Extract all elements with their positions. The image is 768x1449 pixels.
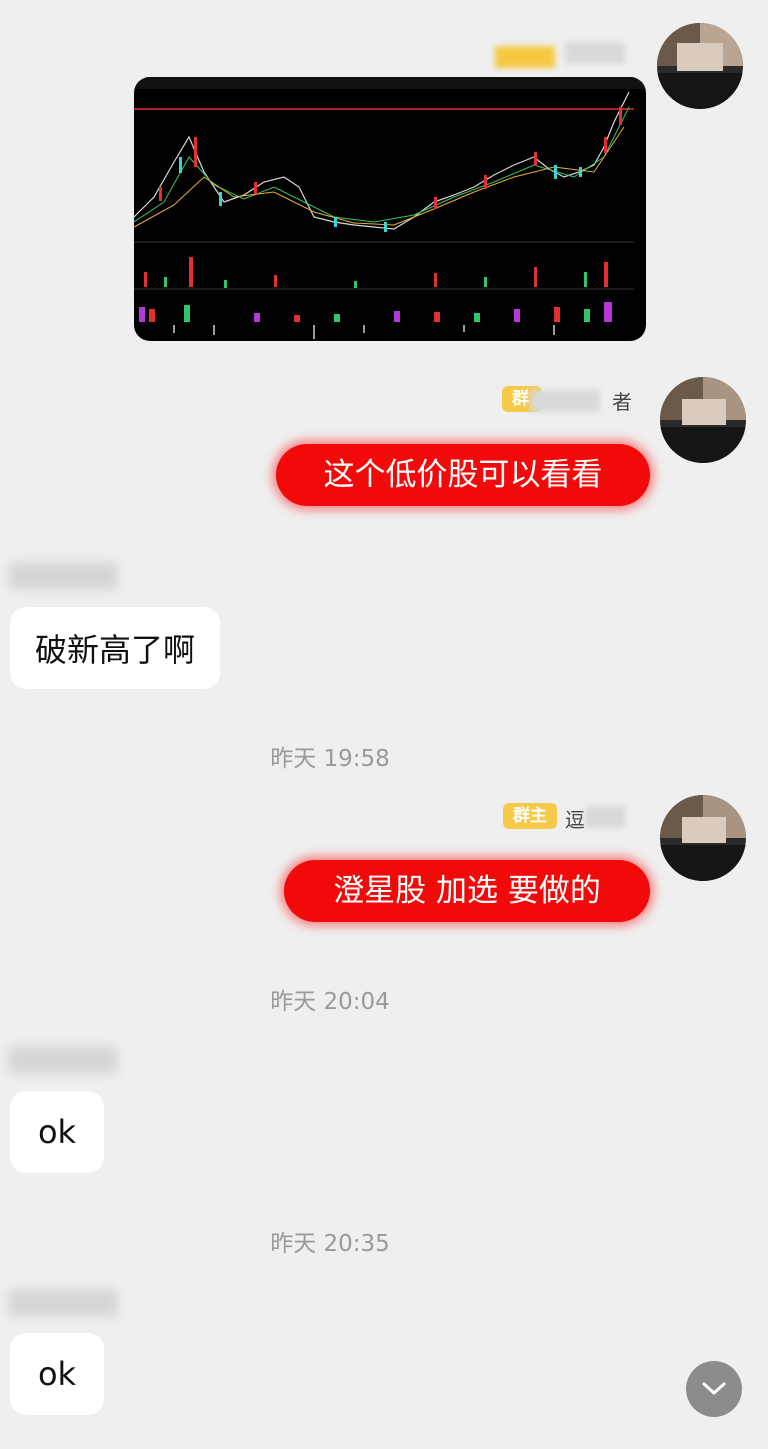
message-bubble[interactable]: ok [10, 1333, 104, 1415]
chevron-down-icon [702, 1382, 726, 1395]
avatar[interactable] [660, 795, 746, 881]
sender-name-blurred [585, 806, 625, 828]
message-text: ok [37, 1113, 77, 1151]
stock-chart-image[interactable] [134, 77, 646, 341]
sender-name-blurred [565, 42, 625, 64]
sender-name-blurred [8, 1289, 118, 1317]
sender-name-blurred [530, 390, 600, 412]
sender-name-prefix: 逗 [565, 808, 585, 832]
timestamp: 昨天 20:04 [270, 989, 390, 1015]
message-bubble[interactable]: 这个低价股可以看看 [276, 444, 650, 506]
sender-name-suffix: 者 [612, 390, 632, 414]
candlestick-chart-graphic [134, 77, 646, 339]
timestamp: 昨天 19:58 [270, 746, 390, 772]
avatar[interactable] [660, 377, 746, 463]
message-text: 澄星股 加选 要做的 [333, 873, 601, 909]
group-owner-badge: 群主 [503, 803, 557, 829]
avatar[interactable] [657, 23, 743, 109]
message-bubble[interactable]: ok [10, 1091, 104, 1173]
group-badge-blurred [495, 46, 555, 68]
message-text: 破新高了啊 [34, 631, 195, 669]
message-text: ok [37, 1355, 77, 1393]
timestamp: 昨天 20:35 [270, 1231, 390, 1257]
scroll-to-bottom-button[interactable] [686, 1361, 742, 1417]
sender-name-blurred [8, 1046, 118, 1074]
sender-name-blurred [8, 562, 118, 590]
message-bubble[interactable]: 澄星股 加选 要做的 [284, 860, 650, 922]
message-bubble[interactable]: 破新高了啊 [10, 607, 220, 689]
message-text: 这个低价股可以看看 [323, 457, 603, 493]
